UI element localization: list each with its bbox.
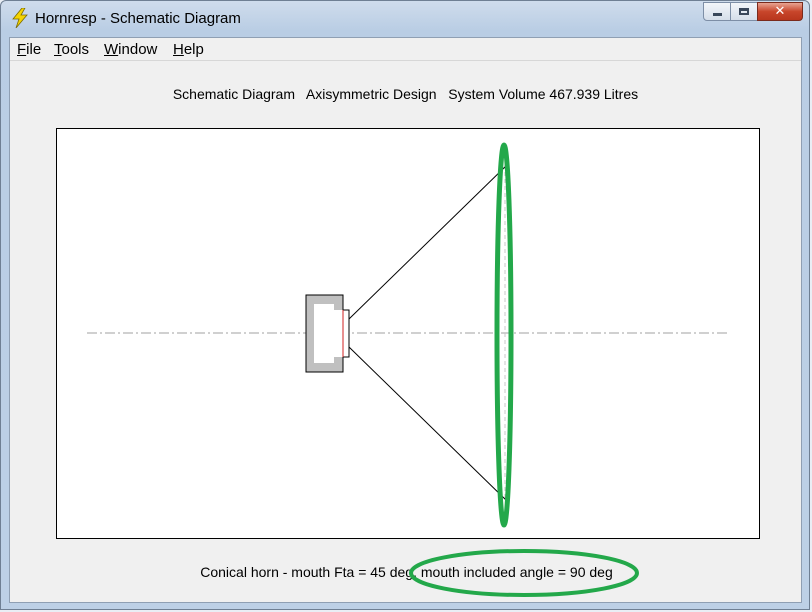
horn-wall-bottom — [348, 346, 508, 502]
menu-tools[interactable]: Tools — [54, 41, 89, 58]
menu-help[interactable]: Help — [173, 41, 204, 58]
lightning-bolt-icon — [12, 8, 28, 28]
menu-bar: File Tools Window Help — [10, 38, 801, 61]
caption-part-fta: Conical horn - mouth Fta = 45 deg, — [200, 564, 421, 580]
driver-cone — [342, 309, 350, 358]
app-window: Hornresp - Schematic Diagram ✕ File Tool… — [0, 0, 810, 610]
menu-file[interactable]: File — [17, 41, 41, 58]
close-icon: ✕ — [774, 4, 786, 19]
horn-wall-top — [348, 164, 508, 320]
title-bar[interactable]: Hornresp - Schematic Diagram ✕ — [1, 1, 809, 35]
minimize-button[interactable] — [703, 2, 731, 21]
caption-part-angle: mouth included angle = 90 deg — [420, 564, 613, 580]
diagram-heading: Schematic Diagram Axisymmetric Design Sy… — [172, 86, 639, 102]
window-title: Hornresp - Schematic Diagram — [35, 10, 241, 27]
menu-window[interactable]: Window — [104, 41, 157, 58]
minimize-icon — [712, 13, 722, 16]
schematic-drawing — [87, 164, 729, 502]
driver-chamber — [314, 304, 343, 363]
window-controls: ✕ — [703, 2, 803, 21]
maximize-icon — [739, 8, 749, 15]
diagram-caption: Conical horn - mouth Fta = 45 deg, mouth… — [10, 564, 803, 580]
maximize-button[interactable] — [730, 2, 758, 21]
client-area: File Tools Window Help Schematic Diagram… — [9, 37, 802, 603]
schematic-canvas — [56, 128, 760, 539]
close-button[interactable]: ✕ — [757, 2, 803, 21]
